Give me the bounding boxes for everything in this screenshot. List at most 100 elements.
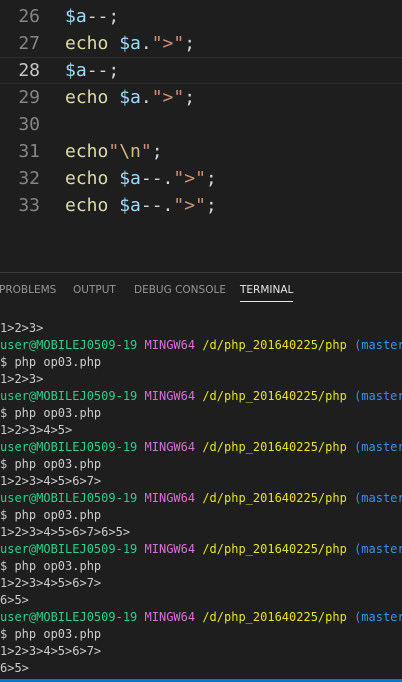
line-number: 29 — [18, 87, 40, 108]
code-token: ; — [184, 33, 196, 54]
terminal-command: $ php op03.php — [0, 507, 402, 524]
code-token: " — [140, 141, 152, 162]
line-number: 32 — [18, 168, 40, 189]
code-line[interactable]: 32 echo $a--.">"; — [0, 165, 402, 192]
code-token: . — [140, 87, 152, 108]
tab-debug-console[interactable]: DEBUG CONSOLE — [134, 284, 226, 296]
terminal-output-line: 1>2>3>4>5> — [0, 423, 73, 437]
tab-output[interactable]: OUTPUT — [73, 284, 116, 296]
prompt-user: user@MOBILEJ0509-19 — [0, 338, 138, 352]
tab-problems[interactable]: PROBLEMS — [0, 284, 56, 296]
prompt-path: /d/php_201640225/php — [202, 610, 347, 624]
line-number: 30 — [18, 114, 40, 135]
prompt-branch: (master) — [354, 338, 402, 352]
terminal-output-line: 1>2>3>4>5>6>7> — [0, 576, 102, 590]
terminal-output-line: 1>2>3>4>5>6>7> — [0, 474, 102, 488]
command-text: $ php op03.php — [0, 508, 102, 522]
terminal-prompt: user@MOBILEJ0509-19 MINGW64 /d/php_20164… — [0, 609, 402, 626]
code-line[interactable]: 28 $a--; — [0, 57, 402, 84]
terminal-prompt: user@MOBILEJ0509-19 MINGW64 /d/php_20164… — [0, 337, 402, 354]
code-editor[interactable]: 26 $a--; 27 echo $a.">"; 28 $a--; 29 echo $a.">… — [0, 0, 402, 272]
tab-terminal[interactable]: TERMINAL — [240, 284, 294, 302]
line-number: 26 — [18, 6, 40, 27]
code-text: echo"\n"; — [65, 138, 163, 165]
prompt-branch: (master) — [354, 491, 402, 505]
terminal-command: $ php op03.php — [0, 354, 402, 371]
prompt-user: user@MOBILEJ0509-19 — [0, 610, 138, 624]
terminal-prompt: user@MOBILEJ0509-19 MINGW64 /d/php_20164… — [0, 541, 402, 558]
code-token: --; — [86, 6, 120, 27]
code-line[interactable]: 33 echo $a--.">"; — [0, 192, 402, 219]
code-token: . — [140, 33, 152, 54]
terminal-prompt: user@MOBILEJ0509-19 MINGW64 /d/php_20164… — [0, 439, 402, 456]
code-line[interactable]: 30 — [0, 111, 402, 138]
prompt-system: MINGW64 — [144, 338, 196, 352]
prompt-user: user@MOBILEJ0509-19 — [0, 542, 138, 556]
code-line[interactable]: 26 $a--; — [0, 3, 402, 30]
code-token: ; — [205, 195, 217, 216]
code-text: echo $a.">"; — [65, 84, 195, 111]
code-token: $a — [119, 195, 141, 216]
prompt-system: MINGW64 — [144, 389, 196, 403]
code-line[interactable]: 27 echo $a.">"; — [0, 30, 402, 57]
line-number: 33 — [18, 195, 40, 216]
terminal-output-line: 1>2>3> — [0, 321, 44, 335]
terminal-prompt: user@MOBILEJ0509-19 MINGW64 /d/php_20164… — [0, 490, 402, 507]
terminal-output[interactable]: 1>2>3> user@MOBILEJ0509-19 MINGW64 /d/php… — [0, 320, 402, 676]
command-text: $ php op03.php — [0, 457, 102, 471]
code-line[interactable]: 29 echo $a.">"; — [0, 84, 402, 111]
panel-tab-bar: PROBLEMS OUTPUT DEBUG CONSOLE TERMINAL — [0, 273, 402, 309]
prompt-branch: (master) — [354, 542, 402, 556]
code-token: $a — [65, 60, 87, 81]
prompt-branch: (master) — [354, 440, 402, 454]
prompt-path: /d/php_201640225/php — [202, 389, 347, 403]
prompt-branch: (master) — [354, 610, 402, 624]
terminal-prompt: user@MOBILEJ0509-19 MINGW64 /d/php_20164… — [0, 388, 402, 405]
code-token: --. — [140, 195, 174, 216]
code-token: echo — [65, 168, 120, 189]
line-number: 31 — [18, 141, 40, 162]
line-number: 28 — [18, 60, 40, 81]
code-token: ; — [151, 141, 163, 162]
code-line[interactable]: 31 echo"\n"; — [0, 138, 402, 165]
code-token: echo — [65, 141, 109, 162]
code-token: $a — [119, 87, 141, 108]
terminal-output-line: 6>5> — [0, 661, 29, 675]
bottom-panel: PROBLEMS OUTPUT DEBUG CONSOLE TERMINAL 1… — [0, 272, 402, 682]
terminal-output-line: 1>2>3>4>5>6>7>6>5> — [0, 525, 131, 539]
code-token: $a — [65, 6, 87, 27]
code-token: echo — [65, 195, 120, 216]
code-token: ">" — [173, 168, 206, 189]
prompt-user: user@MOBILEJ0509-19 — [0, 491, 138, 505]
prompt-system: MINGW64 — [144, 542, 196, 556]
code-token: echo — [65, 87, 120, 108]
code-token: $a — [119, 168, 141, 189]
line-number: 27 — [18, 33, 40, 54]
prompt-system: MINGW64 — [144, 491, 196, 505]
prompt-branch: (master) — [354, 389, 402, 403]
code-text: echo $a.">"; — [65, 30, 195, 57]
terminal-command: $ php op03.php — [0, 558, 402, 575]
prompt-user: user@MOBILEJ0509-19 — [0, 389, 138, 403]
code-token: $a — [119, 33, 141, 54]
terminal-output-line: 6>5> — [0, 593, 29, 607]
prompt-path: /d/php_201640225/php — [202, 338, 347, 352]
command-text: $ php op03.php — [0, 406, 102, 420]
code-token: \n — [119, 141, 141, 162]
prompt-path: /d/php_201640225/php — [202, 440, 347, 454]
code-text: $a--; — [65, 58, 119, 83]
command-text: $ php op03.php — [0, 627, 102, 641]
prompt-path: /d/php_201640225/php — [202, 542, 347, 556]
code-text: $a--; — [65, 3, 119, 30]
code-token: ; — [184, 87, 196, 108]
terminal-command: $ php op03.php — [0, 456, 402, 473]
code-token: ">" — [173, 195, 206, 216]
terminal-output-line: 1>2>3>4>5>6>7> — [0, 644, 102, 658]
terminal-command: $ php op03.php — [0, 405, 402, 422]
code-token: " — [108, 141, 120, 162]
terminal-output-line: 1>2>3> — [0, 372, 44, 386]
code-token: ">" — [151, 87, 185, 108]
prompt-user: user@MOBILEJ0509-19 — [0, 440, 138, 454]
prompt-system: MINGW64 — [144, 440, 196, 454]
code-text: echo $a--.">"; — [65, 192, 217, 219]
